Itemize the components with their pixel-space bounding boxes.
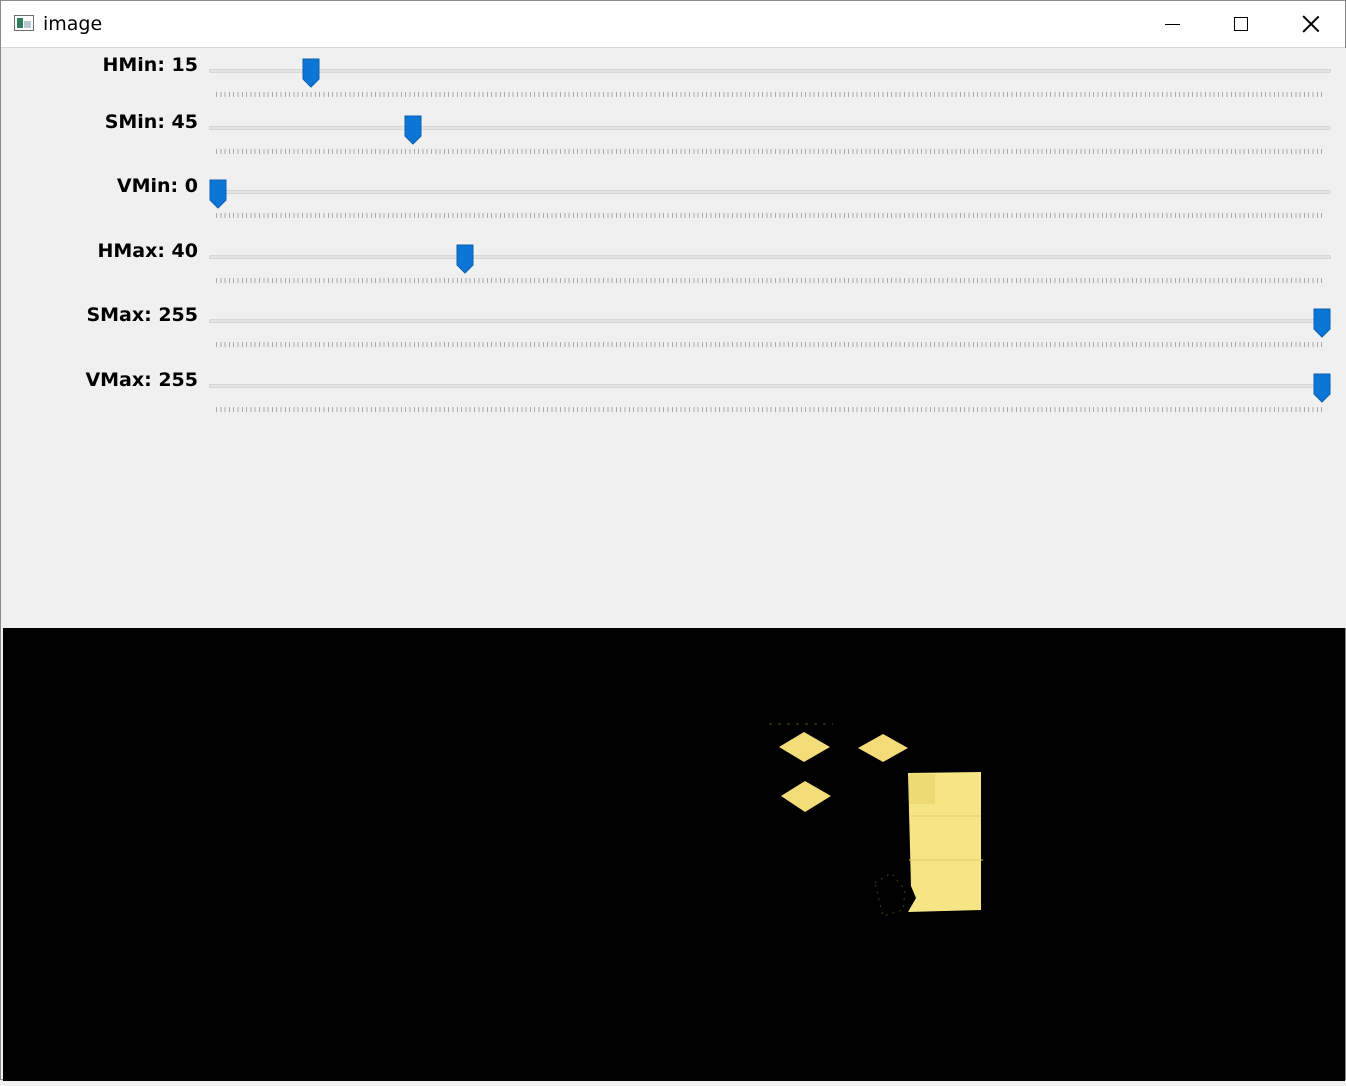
trackbar-thumb[interactable]: [456, 244, 474, 274]
trackbar-track[interactable]: [209, 384, 1331, 388]
trackbar-thumb[interactable]: [404, 115, 422, 145]
trackbar-label: SMin: 45: [104, 111, 198, 133]
window-title: image: [43, 13, 103, 35]
trackbar-thumb[interactable]: [1313, 373, 1331, 403]
trackbar-label: SMax: 255: [86, 304, 198, 326]
trackbar-track[interactable]: [209, 126, 1331, 130]
close-icon: [1302, 15, 1320, 33]
trackbar-ticks: [216, 149, 1324, 154]
trackbar-label: HMax: 40: [97, 240, 198, 262]
trackbar-track[interactable]: [209, 190, 1331, 194]
trackbar-label: HMin: 15: [102, 54, 198, 76]
minimize-button[interactable]: [1137, 1, 1207, 47]
minimize-icon: [1164, 23, 1180, 25]
trackbar-thumb[interactable]: [302, 58, 320, 88]
trackbar-thumb[interactable]: [1313, 308, 1331, 338]
masked-result-image: [3, 628, 1345, 1081]
trackbar-label: VMax: 255: [85, 369, 198, 391]
trackbar-ticks: [216, 278, 1324, 283]
trackbar-hmax: HMax: 40: [2, 237, 1346, 287]
trackbar-track[interactable]: [209, 69, 1331, 73]
window-app-icon: [14, 15, 34, 31]
trackbar-ticks: [216, 407, 1324, 412]
trackbar-vmax: VMax: 255: [2, 366, 1346, 416]
trackbar-ticks: [216, 213, 1324, 218]
trackbar-ticks: [216, 342, 1324, 347]
trackbar-label: VMin: 0: [116, 175, 198, 197]
trackbar-smin: SMin: 45: [2, 108, 1346, 158]
maximize-icon: [1234, 17, 1248, 31]
maximize-button[interactable]: [1206, 1, 1276, 47]
trackbar-track[interactable]: [209, 319, 1331, 323]
trackbar-track[interactable]: [209, 255, 1331, 259]
trackbar-panel: HMin: 15 SMin: 45 VMin: 0 HMax: 40 SMax:…: [2, 48, 1346, 628]
trackbar-ticks: [216, 92, 1324, 97]
app-window: image HMin: 15 SMin: 45 VMin: 0 HMax: 40…: [0, 0, 1346, 1081]
trackbar-hmin: HMin: 15: [2, 51, 1346, 101]
close-button[interactable]: [1276, 1, 1346, 47]
trackbar-vmin: VMin: 0: [2, 172, 1346, 222]
mask-image-display: [3, 628, 1345, 1081]
trackbar-smax: SMax: 255: [2, 301, 1346, 351]
trackbar-thumb[interactable]: [209, 179, 227, 209]
title-bar[interactable]: image: [1, 1, 1345, 48]
